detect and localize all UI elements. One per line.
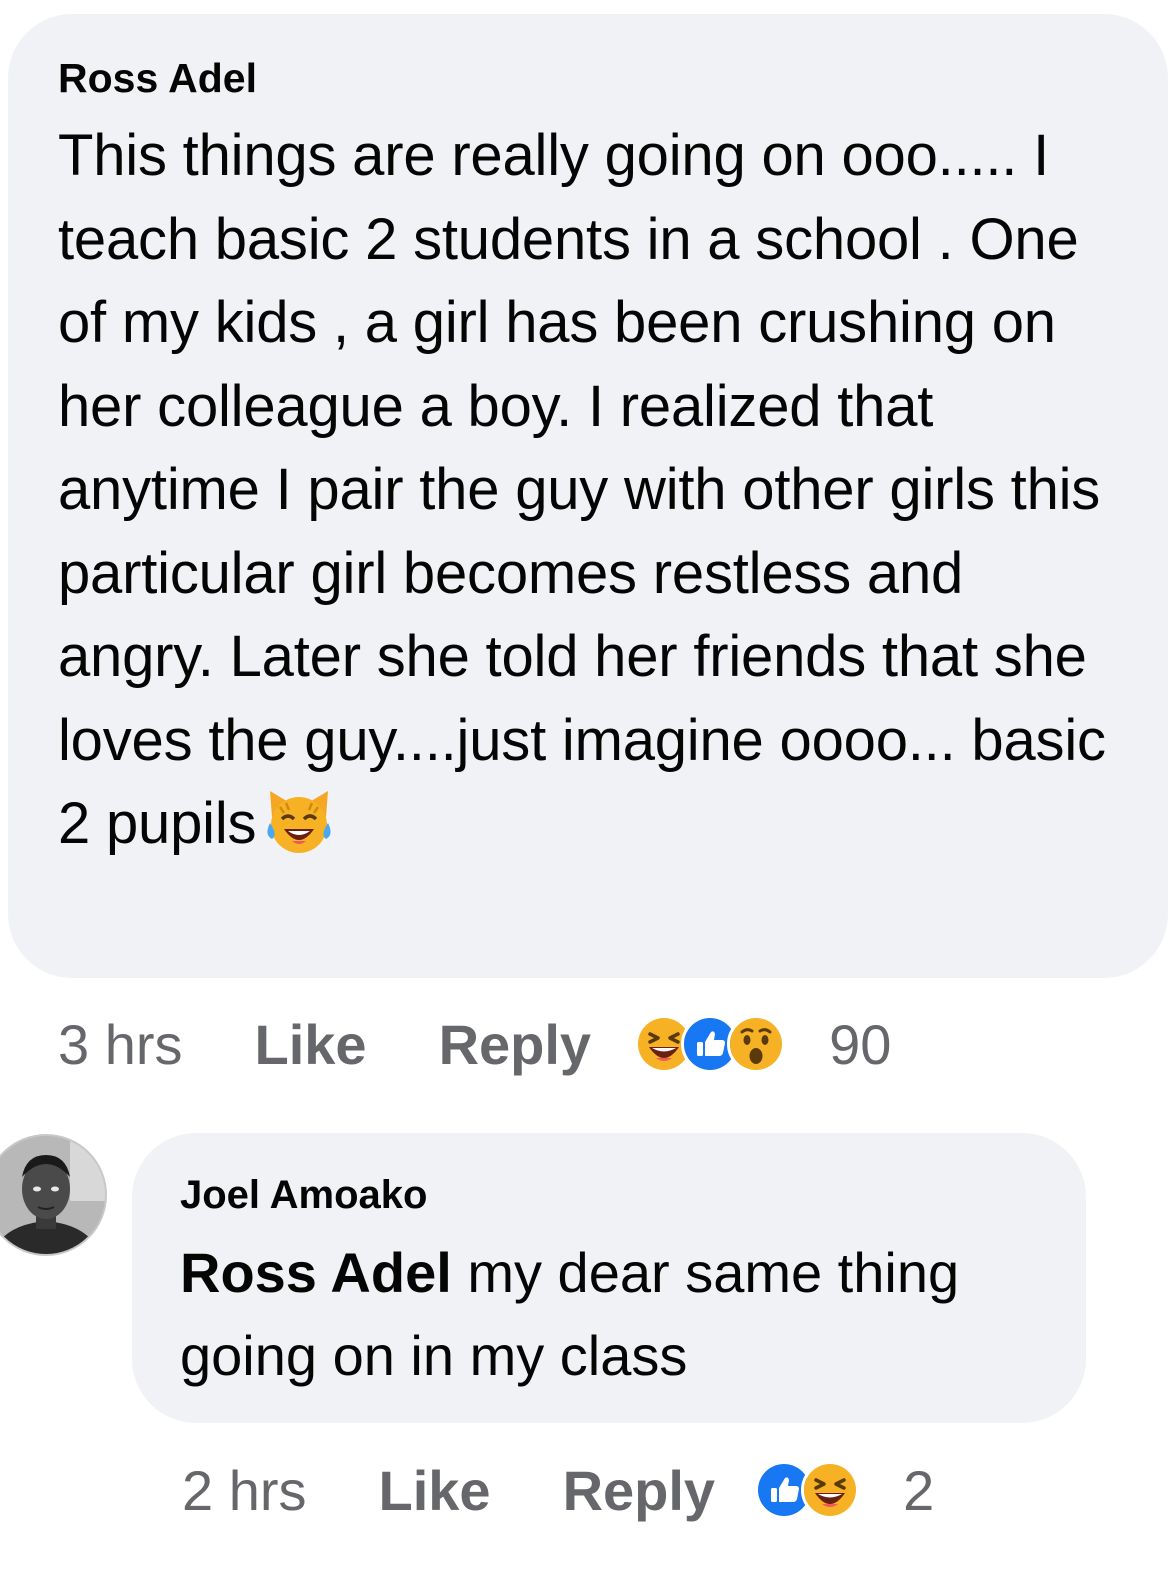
mention-link[interactable]: Ross Adel xyxy=(180,1241,452,1304)
reaction-count[interactable]: 90 xyxy=(829,1012,891,1077)
reaction-count[interactable]: 2 xyxy=(903,1458,934,1523)
like-button[interactable]: Like xyxy=(379,1458,491,1523)
reply-bubble: Joel Amoako Ross Adel my dear same thing… xyxy=(132,1133,1086,1423)
comment-bubble: Ross Adel This things are really going o… xyxy=(8,14,1168,978)
reaction-summary[interactable] xyxy=(635,1015,786,1073)
comment-author[interactable]: Ross Adel xyxy=(58,54,1118,102)
comment-text: This things are really going on ooo.....… xyxy=(58,114,1118,866)
reply-action-bar: 2 hrs Like Reply 2 xyxy=(182,1455,934,1525)
haha-reaction-icon xyxy=(801,1461,860,1519)
laughing-cat-emoji-icon xyxy=(262,783,336,857)
comment-action-bar: 3 hrs Like Reply 90 xyxy=(58,1009,891,1079)
wow-reaction-icon xyxy=(727,1015,786,1073)
reply-button[interactable]: Reply xyxy=(563,1458,716,1523)
reply-text: Ross Adel my dear same thing going on in… xyxy=(180,1231,1038,1397)
comment-timestamp[interactable]: 3 hrs xyxy=(58,1012,183,1077)
reply-author[interactable]: Joel Amoako xyxy=(180,1171,1038,1219)
avatar[interactable] xyxy=(0,1131,108,1259)
reaction-summary[interactable] xyxy=(755,1461,860,1519)
reply-timestamp[interactable]: 2 hrs xyxy=(182,1458,307,1523)
like-button[interactable]: Like xyxy=(255,1012,367,1077)
reply-button[interactable]: Reply xyxy=(439,1012,592,1077)
comment-body: This things are really going on ooo.....… xyxy=(58,123,1106,856)
